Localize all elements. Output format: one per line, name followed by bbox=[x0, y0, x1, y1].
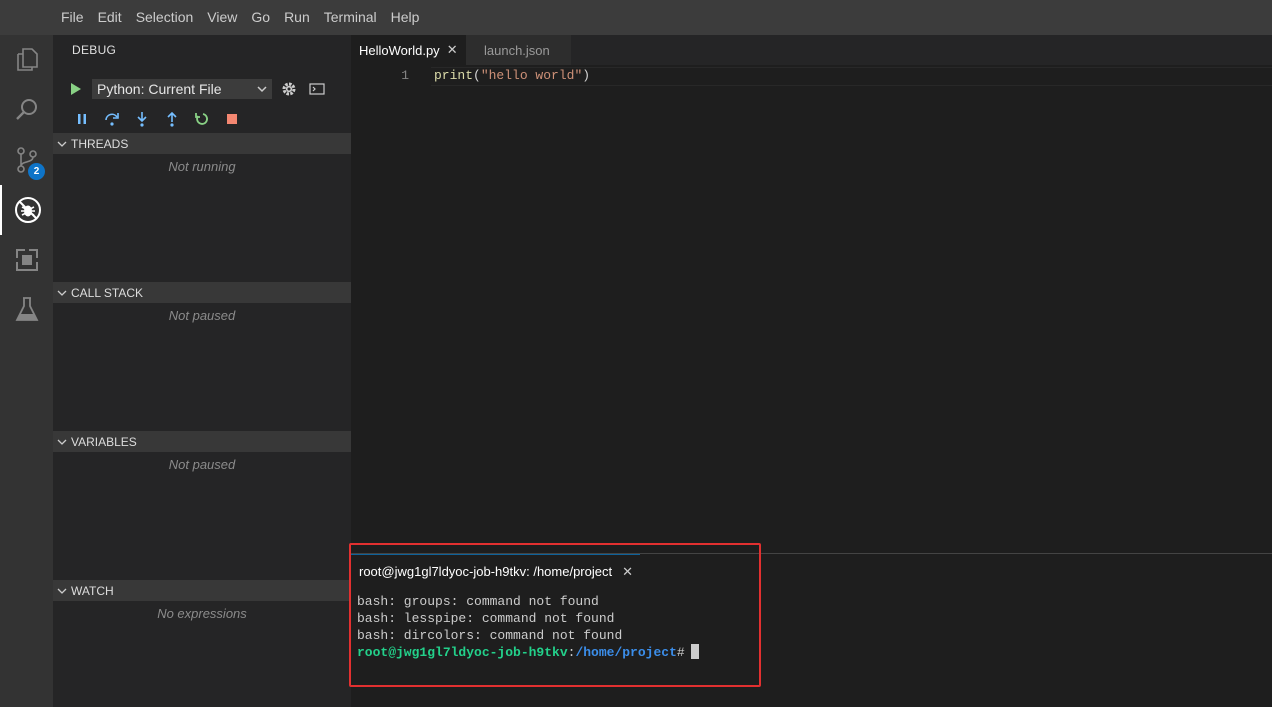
chevron-down-icon bbox=[257, 86, 267, 93]
restart-button[interactable] bbox=[187, 109, 217, 129]
terminal-prompt[interactable]: root@jwg1gl7ldyoc-job-h9tkv:/home/projec… bbox=[357, 644, 699, 661]
pause-button[interactable] bbox=[67, 109, 97, 129]
chevron-down-icon bbox=[57, 439, 67, 445]
step-out-icon bbox=[167, 111, 177, 127]
watch-title: WATCH bbox=[71, 583, 114, 598]
menu-run[interactable]: Run bbox=[277, 0, 317, 35]
step-into-button[interactable] bbox=[127, 109, 157, 129]
restart-icon bbox=[195, 113, 208, 125]
variables-section-header[interactable]: VARIABLES bbox=[53, 431, 351, 452]
search-icon[interactable] bbox=[0, 85, 53, 135]
code-line[interactable]: print("hello world") bbox=[434, 68, 590, 83]
code-editor[interactable]: 1 print("hello world") bbox=[351, 65, 1272, 553]
menu-edit[interactable]: Edit bbox=[91, 0, 129, 35]
terminal-tab[interactable]: root@jwg1gl7ldyoc-job-h9tkv: /home/proje… bbox=[351, 554, 640, 588]
prompt-path: /home/project bbox=[575, 645, 677, 660]
debug-console-button[interactable] bbox=[306, 78, 328, 100]
gear-icon bbox=[282, 82, 296, 96]
threads-section-header[interactable]: THREADS bbox=[53, 133, 351, 154]
step-out-button[interactable] bbox=[157, 109, 187, 129]
threads-message: Not running bbox=[168, 159, 236, 174]
scm-badge: 2 bbox=[28, 163, 45, 180]
play-icon bbox=[71, 83, 81, 95]
menu-file[interactable]: File bbox=[54, 0, 91, 35]
source-control-icon[interactable]: 2 bbox=[0, 135, 53, 185]
editor-tabs: HelloWorld.py ✕ launch.json bbox=[351, 35, 1272, 65]
testing-flask-icon[interactable] bbox=[0, 285, 53, 335]
prompt-suffix: # bbox=[676, 645, 685, 660]
debug-config-select[interactable]: Python: Current File bbox=[92, 79, 272, 99]
menu-help[interactable]: Help bbox=[384, 0, 427, 35]
menu-selection[interactable]: Selection bbox=[129, 0, 201, 35]
menu-view[interactable]: View bbox=[200, 0, 244, 35]
call-stack-title: CALL STACK bbox=[71, 285, 144, 300]
tab-label: HelloWorld.py bbox=[359, 42, 440, 58]
start-debugging-button[interactable] bbox=[67, 80, 85, 98]
tab-launch-json[interactable]: launch.json bbox=[466, 35, 571, 65]
terminal-cursor bbox=[690, 644, 699, 659]
debug-config-row: Python: Current File bbox=[67, 78, 328, 100]
menu-go[interactable]: Go bbox=[244, 0, 277, 35]
debug-config-value: Python: Current File bbox=[97, 81, 222, 97]
debug-icon[interactable] bbox=[0, 185, 53, 235]
call-stack-message: Not paused bbox=[168, 308, 236, 323]
terminal-line: bash: dircolors: command not found bbox=[357, 628, 623, 643]
line-number: 1 bbox=[401, 68, 409, 83]
call-stack-section-header[interactable]: CALL STACK bbox=[53, 282, 351, 303]
extensions-icon[interactable] bbox=[0, 235, 53, 285]
tab-label: launch.json bbox=[484, 42, 550, 58]
code-paren-close: ) bbox=[582, 68, 591, 83]
stop-icon bbox=[227, 114, 237, 124]
step-into-icon bbox=[137, 112, 147, 127]
close-icon[interactable]: ✕ bbox=[622, 564, 633, 580]
step-over-icon bbox=[105, 113, 119, 126]
console-icon bbox=[309, 83, 325, 95]
tab-helloworld-py[interactable]: HelloWorld.py ✕ bbox=[351, 35, 466, 65]
sidebar-title: DEBUG bbox=[72, 43, 117, 57]
debug-toolbar bbox=[67, 109, 247, 129]
stop-button[interactable] bbox=[217, 109, 247, 129]
prompt-user: root@jwg1gl7ldyoc-job-h9tkv bbox=[357, 645, 568, 660]
terminal-line: bash: groups: command not found bbox=[357, 594, 599, 609]
menu-bar: File Edit Selection View Go Run Terminal… bbox=[0, 0, 1272, 35]
chevron-down-icon bbox=[57, 141, 67, 147]
menu-terminal[interactable]: Terminal bbox=[317, 0, 384, 35]
terminal-panel: root@jwg1gl7ldyoc-job-h9tkv: /home/proje… bbox=[351, 553, 1272, 707]
variables-message: Not paused bbox=[168, 457, 236, 472]
activity-bar: 2 bbox=[0, 35, 53, 707]
terminal-line: bash: lesspipe: command not found bbox=[357, 611, 615, 626]
chevron-down-icon bbox=[57, 290, 67, 296]
close-icon[interactable]: ✕ bbox=[447, 42, 458, 58]
chevron-down-icon bbox=[57, 588, 67, 594]
pause-icon bbox=[78, 114, 86, 124]
terminal-tab-title: root@jwg1gl7ldyoc-job-h9tkv: /home/proje… bbox=[359, 564, 613, 579]
step-over-button[interactable] bbox=[97, 109, 127, 129]
code-paren-open: ( bbox=[473, 68, 481, 83]
watch-section-header[interactable]: WATCH bbox=[53, 580, 351, 601]
variables-title: VARIABLES bbox=[71, 434, 137, 449]
open-launch-json-button[interactable] bbox=[278, 78, 300, 100]
code-function: print bbox=[434, 68, 474, 83]
debug-sidebar: DEBUG Python: Current File THREADS Not r… bbox=[53, 35, 351, 707]
explorer-icon[interactable] bbox=[0, 35, 53, 85]
code-string: "hello world" bbox=[480, 68, 583, 83]
watch-message: No expressions bbox=[157, 606, 247, 621]
terminal-output[interactable]: bash: groups: command not found bash: le… bbox=[357, 593, 699, 661]
threads-title: THREADS bbox=[71, 136, 129, 151]
